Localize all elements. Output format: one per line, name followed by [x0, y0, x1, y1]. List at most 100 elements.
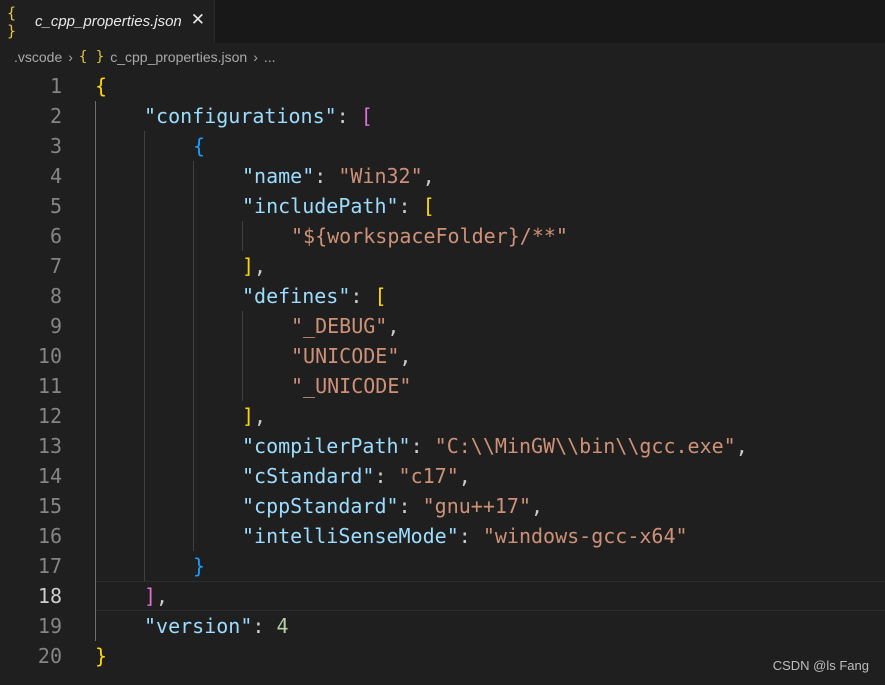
code-token: : — [374, 464, 399, 488]
code-token: { — [193, 134, 206, 158]
code-content: "name": "Win32", — [242, 161, 435, 191]
line-number: 14 — [37, 464, 62, 488]
line-number: 15 — [37, 494, 62, 518]
line-number: 8 — [49, 284, 62, 308]
line-number: 17 — [37, 554, 62, 578]
chevron-right-icon: › — [253, 49, 258, 65]
indent-guide — [193, 161, 194, 551]
code-editor[interactable]: 1{2 "configurations": [3{4 "name": "Win32"… — [0, 71, 885, 685]
code-token: ] — [144, 584, 157, 608]
indent-guide — [242, 311, 243, 401]
code-line[interactable]: 5 "includePath": [ — [0, 191, 885, 221]
code-line[interactable]: 2 "configurations": [ — [0, 101, 885, 131]
code-token: : — [350, 284, 375, 308]
line-number: 6 — [49, 224, 62, 248]
code-line[interactable]: 16 "intelliSenseMode": "windows-gcc-x64" — [0, 521, 885, 551]
code-token: , — [254, 404, 267, 428]
tab-title: c_cpp_properties.json — [35, 13, 182, 30]
indent-guide — [144, 131, 145, 581]
code-token: [ — [422, 194, 435, 218]
line-number: 9 — [49, 314, 62, 338]
tab-c-cpp-properties[interactable]: { } c_cpp_properties.json ✕ — [0, 0, 215, 43]
code-line[interactable]: 3{ — [0, 131, 885, 161]
code-token: "defines" — [242, 284, 351, 308]
line-number: 12 — [37, 404, 62, 428]
code-line[interactable]: 20} — [0, 641, 885, 671]
code-content: "_UNICODE" — [291, 371, 411, 401]
code-token: : — [458, 524, 483, 548]
code-token: 4 — [276, 614, 289, 638]
code-token: "_DEBUG" — [291, 314, 388, 338]
breadcrumb-more[interactable]: ... — [264, 49, 276, 65]
code-line[interactable]: 9 "_DEBUG", — [0, 311, 885, 341]
code-token: : — [336, 104, 361, 128]
line-number: 3 — [49, 134, 62, 158]
code-line[interactable]: 4 "name": "Win32", — [0, 161, 885, 191]
code-token: "cStandard" — [242, 464, 375, 488]
code-line[interactable]: 13 "compilerPath": "C:\\MinGW\\bin\\gcc.e… — [0, 431, 885, 461]
code-line[interactable]: 15 "cppStandard": "gnu++17", — [0, 491, 885, 521]
line-number: 16 — [37, 524, 62, 548]
watermark: CSDN @ls Fang — [772, 658, 869, 673]
line-number: 7 — [49, 254, 62, 278]
breadcrumb-folder[interactable]: .vscode — [14, 49, 62, 65]
line-number: 10 — [37, 344, 62, 368]
code-content: "includePath": [ — [242, 191, 435, 221]
line-number: 11 — [37, 374, 62, 398]
code-token: "intelliSenseMode" — [242, 524, 459, 548]
code-line[interactable]: 12], — [0, 401, 885, 431]
breadcrumb-file[interactable]: c_cpp_properties.json — [110, 49, 247, 65]
code-content: "configurations": [ — [144, 101, 373, 131]
code-content: "UNICODE", — [291, 341, 411, 371]
code-content: { — [193, 131, 205, 161]
code-token: , — [735, 434, 748, 458]
code-line[interactable]: 17} — [0, 551, 885, 581]
code-token: "includePath" — [242, 194, 399, 218]
code-line[interactable]: 1{ — [0, 71, 885, 101]
json-file-icon: { } — [78, 49, 105, 65]
code-token: [ — [360, 104, 373, 128]
code-token: , — [387, 314, 400, 338]
tab-bar: { } c_cpp_properties.json ✕ — [0, 0, 885, 43]
code-token: "Win32" — [338, 164, 423, 188]
close-icon[interactable]: ✕ — [191, 10, 205, 30]
code-token: : — [314, 164, 339, 188]
code-token: "name" — [242, 164, 315, 188]
code-token: ] — [242, 254, 255, 278]
indent-guide — [242, 221, 243, 251]
code-token: , — [254, 254, 267, 278]
code-token: "version" — [144, 614, 253, 638]
code-token: "c17" — [398, 464, 459, 488]
code-token: , — [156, 584, 169, 608]
code-content: "cStandard": "c17", — [242, 461, 471, 491]
code-token: "compilerPath" — [242, 434, 411, 458]
chevron-right-icon: › — [68, 49, 73, 65]
indent-guide — [95, 101, 96, 641]
code-line[interactable]: 14 "cStandard": "c17", — [0, 461, 885, 491]
code-token: ] — [242, 404, 255, 428]
code-line[interactable]: 18], — [0, 581, 885, 611]
line-number: 18 — [37, 584, 62, 608]
code-token: [ — [374, 284, 387, 308]
breadcrumb: .vscode › { } c_cpp_properties.json › ..… — [0, 43, 885, 71]
code-token: : — [398, 494, 423, 518]
code-token: "UNICODE" — [291, 344, 400, 368]
code-content: } — [95, 641, 107, 671]
line-number: 5 — [49, 194, 62, 218]
code-line[interactable]: 7], — [0, 251, 885, 281]
code-line[interactable]: 19 "version": 4 — [0, 611, 885, 641]
code-line[interactable]: 10 "UNICODE", — [0, 341, 885, 371]
code-content: "defines": [ — [242, 281, 387, 311]
code-line[interactable]: 8 "defines": [ — [0, 281, 885, 311]
code-content: ], — [144, 581, 168, 611]
code-token: "gnu++17" — [422, 494, 532, 518]
line-number: 4 — [49, 164, 62, 188]
code-token: "configurations" — [144, 104, 337, 128]
code-content: } — [193, 551, 205, 581]
code-token: } — [95, 644, 108, 668]
code-content: { — [95, 71, 107, 101]
code-content: "_DEBUG", — [291, 311, 399, 341]
code-line[interactable]: 6 "${workspaceFolder}/**" — [0, 221, 885, 251]
line-number: 1 — [49, 74, 62, 98]
code-line[interactable]: 11 "_UNICODE" — [0, 371, 885, 401]
